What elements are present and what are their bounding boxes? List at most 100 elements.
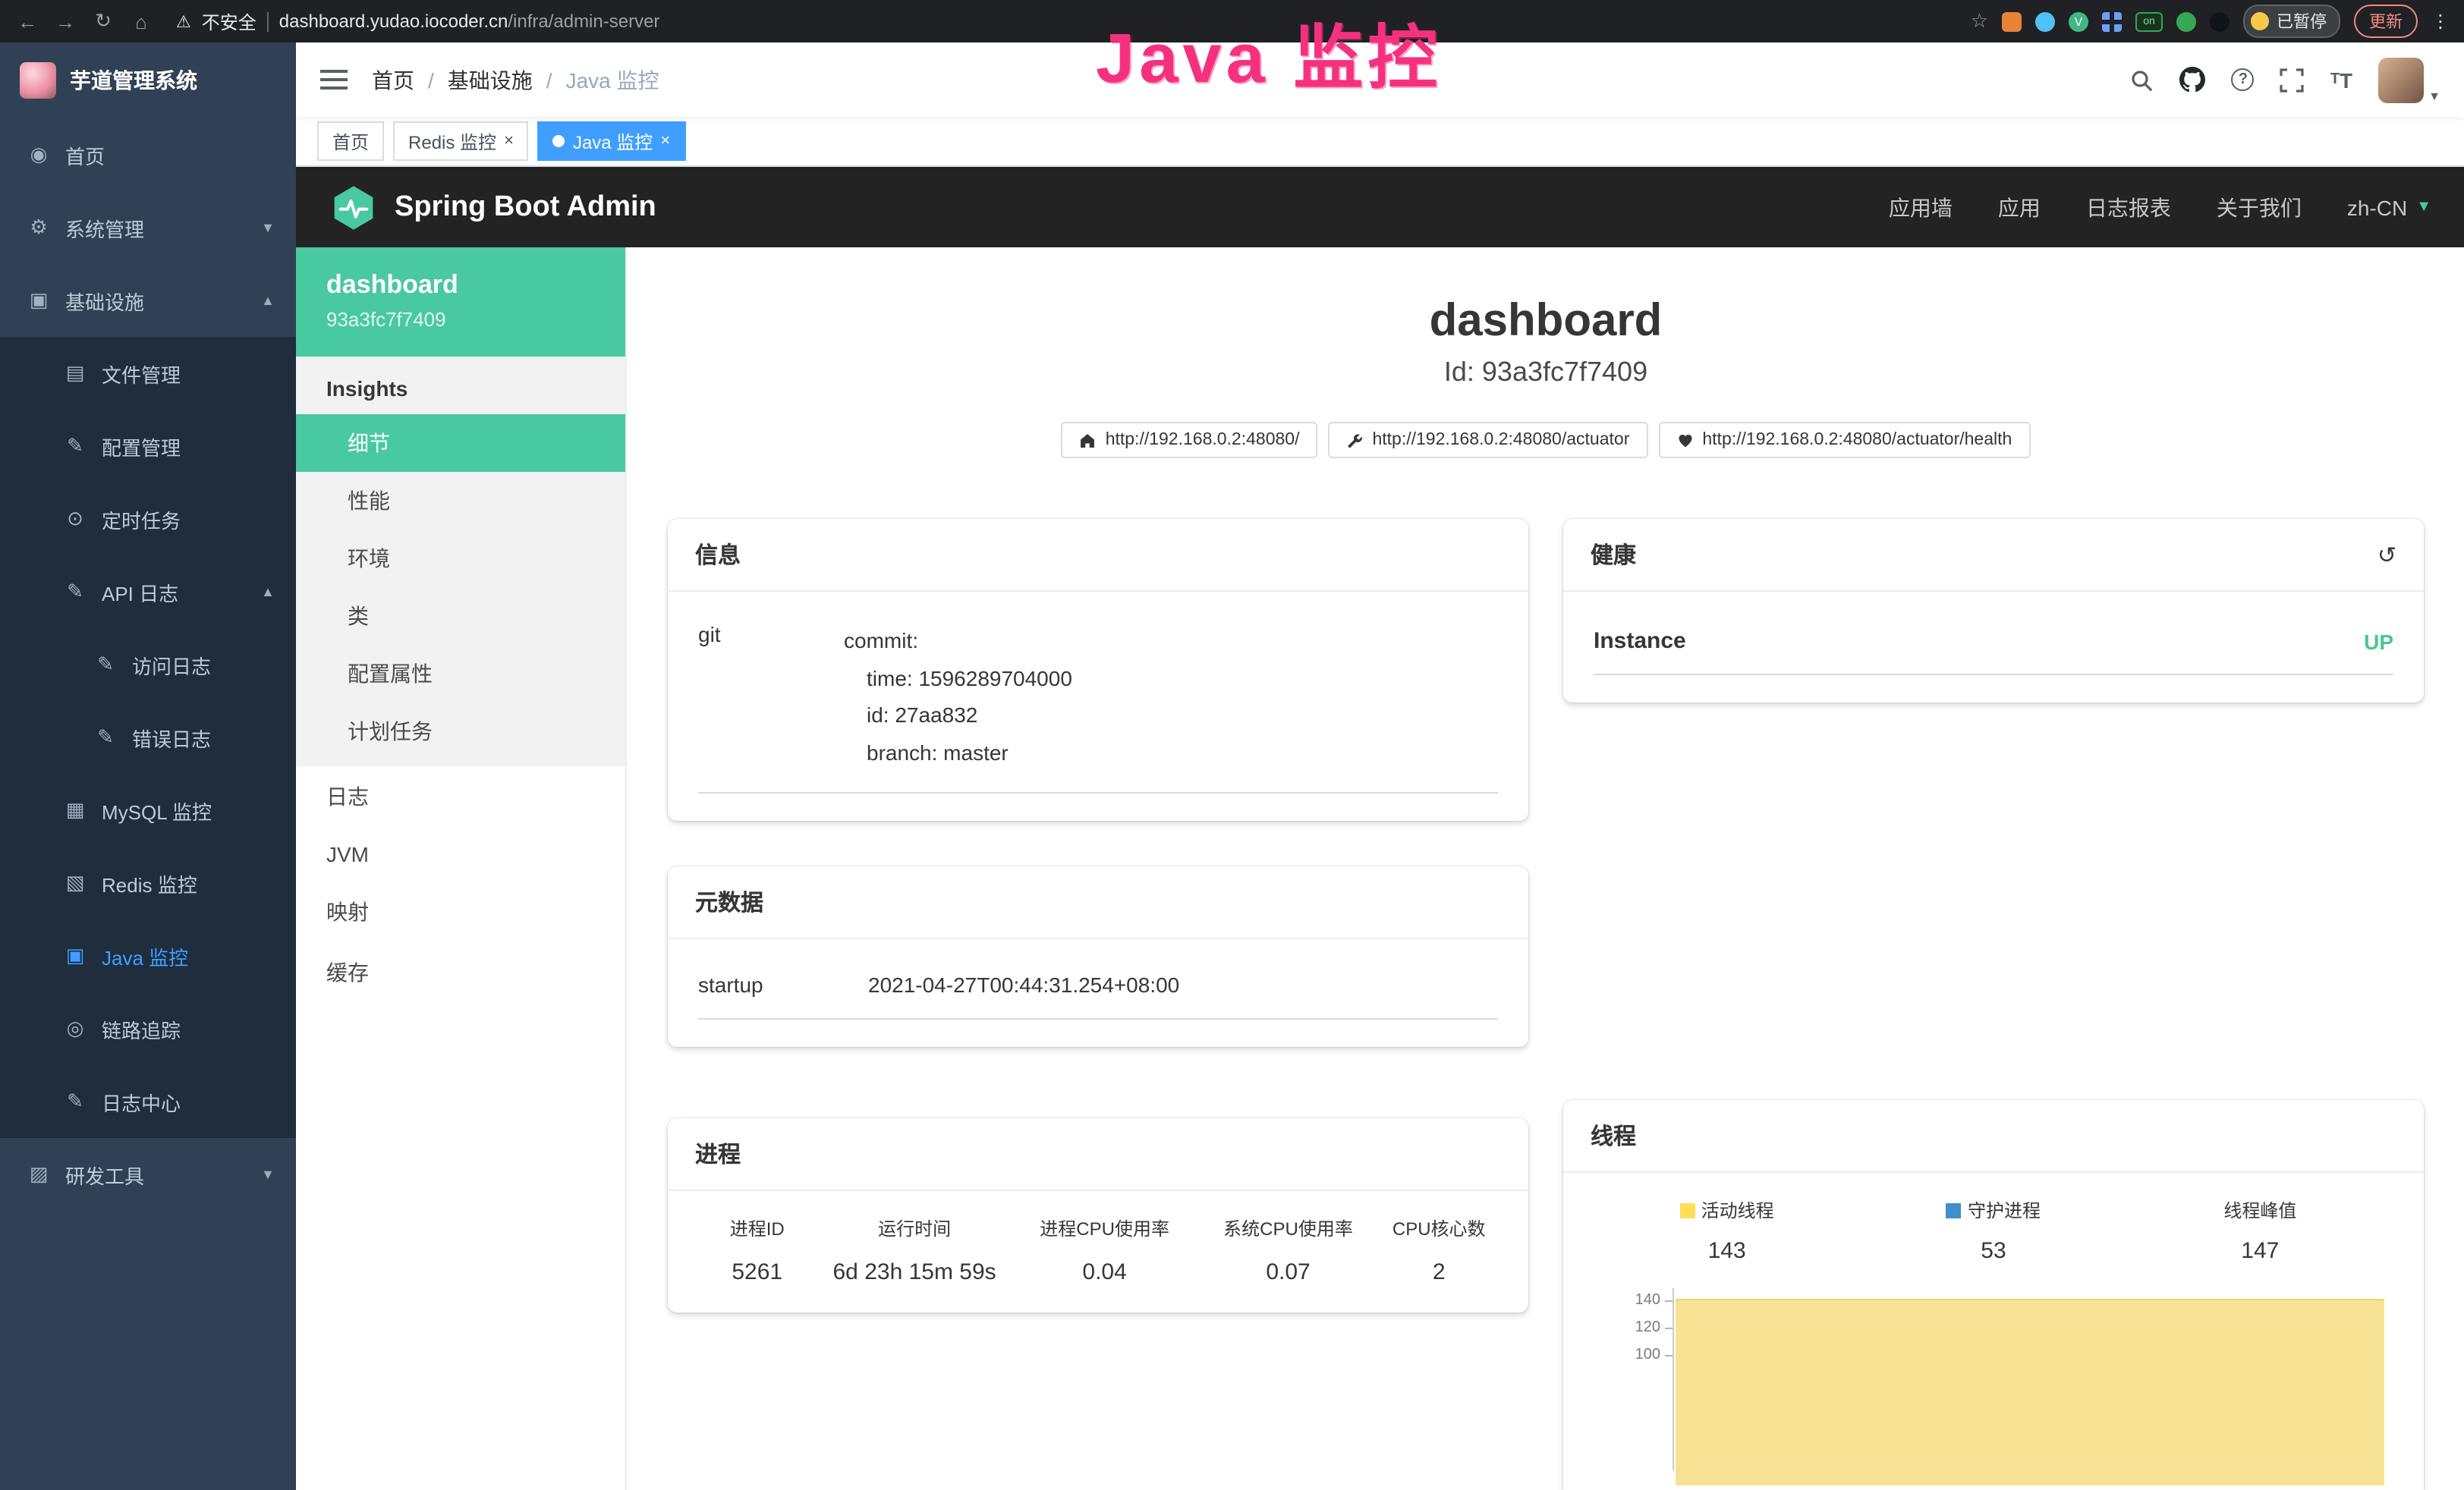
- help-icon[interactable]: ?: [2232, 68, 2255, 91]
- sba-nav-wall[interactable]: 应用墙: [1889, 192, 1953, 222]
- sba-item-jvm[interactable]: JVM: [296, 827, 625, 882]
- sba-nav-journal[interactable]: 日志报表: [2086, 192, 2171, 222]
- tab-redis-monitor[interactable]: Redis 监控 ×: [393, 121, 529, 161]
- chevron-down-icon: ▼: [261, 1167, 275, 1182]
- sidebar-item-mysql-monitor[interactable]: ▦ MySQL 监控: [0, 774, 296, 847]
- sba-brand[interactable]: Spring Boot Admin: [329, 183, 656, 231]
- sba-item-classes[interactable]: 类: [296, 587, 625, 645]
- github-icon[interactable]: [2180, 67, 2206, 93]
- sidebar-item-java-monitor[interactable]: ▣ Java 监控: [0, 919, 296, 992]
- font-size-icon[interactable]: TT: [2330, 68, 2352, 92]
- sidebar-item-infrastructure[interactable]: ▣ 基础设施 ▲: [0, 264, 296, 337]
- sba-instance-block[interactable]: dashboard 93a3fc7f7409: [296, 247, 625, 357]
- breadcrumb-section[interactable]: 基础设施: [448, 64, 533, 95]
- access-log-icon: ✎: [94, 652, 117, 677]
- sba-item-mappings[interactable]: 映射: [296, 882, 625, 942]
- threads-card: 线程 活动线程 守护进程 线程峰值 143 53 14: [1563, 1100, 2424, 1490]
- reload-icon[interactable]: ↻: [91, 9, 115, 33]
- extension-icon-leaf[interactable]: [2176, 11, 2196, 31]
- sba-locale-select[interactable]: zh-CN ▼: [2347, 195, 2431, 219]
- process-table: 进程ID 运行时间 进程CPU使用率 系统CPU使用率 CPU核心数 5261 …: [698, 1212, 1498, 1285]
- extension-icon-droplet[interactable]: [2035, 11, 2055, 31]
- brand-title: 芋道管理系统: [70, 65, 197, 96]
- instance-name: dashboard: [326, 270, 595, 300]
- user-menu[interactable]: ▼: [2378, 57, 2440, 102]
- switch-on-extension-icon[interactable]: on: [2135, 11, 2163, 31]
- address-bar[interactable]: ⚠ 不安全 dashboard.yudao.iocoder.cn/infra/a…: [176, 8, 1957, 34]
- threads-legend: 活动线程 守护进程 线程峰值 143 53 147: [1594, 1194, 2393, 1264]
- vue-devtools-icon[interactable]: V: [2069, 11, 2088, 31]
- avatar: [2378, 57, 2424, 102]
- sba-item-tasks[interactable]: 计划任务: [296, 703, 625, 760]
- extension-icon-grid[interactable]: [2102, 11, 2122, 31]
- breadcrumb-home[interactable]: 首页: [372, 64, 414, 95]
- java-monitor-icon: ▣: [64, 944, 87, 968]
- sidebar-item-log-center[interactable]: ✎ 日志中心: [0, 1065, 296, 1138]
- daemon-threads-swatch: [1946, 1202, 1962, 1218]
- sba-item-environment[interactable]: 环境: [296, 530, 625, 587]
- sidebar-item-tracing[interactable]: ◎ 链路追踪: [0, 992, 296, 1065]
- back-icon[interactable]: ←: [15, 10, 39, 33]
- sidebar-item-error-log[interactable]: ✎ 错误日志: [0, 701, 296, 774]
- tab-java-monitor[interactable]: Java 监控 ×: [538, 121, 685, 161]
- sba-item-properties[interactable]: 配置属性: [296, 645, 625, 703]
- sidebar-item-system-manage[interactable]: ⚙ 系统管理 ▼: [0, 191, 296, 264]
- sidebar-item-home[interactable]: ◉ 首页: [0, 118, 296, 191]
- active-threads-swatch: [1680, 1202, 1695, 1218]
- warning-icon: ⚠: [176, 11, 191, 31]
- health-url-link[interactable]: http://192.168.0.2:48080/actuator/health: [1658, 422, 2030, 458]
- browser-menu-icon[interactable]: ⋮: [2431, 11, 2450, 32]
- sba-item-cache[interactable]: 缓存: [296, 942, 625, 1003]
- sidebar-item-scheduled-task[interactable]: ⊙ 定时任务: [0, 483, 296, 555]
- actuator-url-link[interactable]: http://192.168.0.2:48080/actuator: [1328, 422, 1647, 458]
- caret-down-icon: ▼: [2428, 89, 2440, 102]
- browser-update-button[interactable]: 更新: [2354, 5, 2418, 38]
- dashboard-icon: ◉: [27, 143, 50, 167]
- sidebar-item-config-manage[interactable]: ✎ 配置管理: [0, 410, 296, 483]
- sba-nav-about[interactable]: 关于我们: [2217, 192, 2302, 222]
- infrastructure-icon: ▣: [27, 288, 50, 313]
- sba-item-details[interactable]: 细节: [296, 414, 625, 472]
- tags-view-bar: 首页 Redis 监控 × Java 监控 ×: [296, 117, 2464, 167]
- eye-icon: ◎: [64, 1017, 87, 1041]
- browser-chrome: ← → ↻ ⌂ ⚠ 不安全 dashboard.yudao.iocoder.cn…: [0, 0, 2464, 42]
- sidebar-item-api-log[interactable]: ✎ API 日志 ▲: [0, 555, 296, 628]
- error-log-icon: ✎: [94, 725, 117, 750]
- search-icon[interactable]: [2130, 68, 2154, 92]
- extension-icon-orange[interactable]: [2002, 11, 2022, 31]
- sidebar-item-file-manage[interactable]: ▤ 文件管理: [0, 337, 296, 410]
- sba-nav-applications[interactable]: 应用: [1998, 192, 2041, 222]
- sba-sidebar: dashboard 93a3fc7f7409 Insights 细节 性能 环境…: [296, 247, 627, 1490]
- extension-icon-dark[interactable]: [2210, 11, 2230, 31]
- sba-nav: 应用墙 应用 日志报表 关于我们 zh-CN ▼: [1889, 192, 2431, 222]
- sba-item-performance[interactable]: 性能: [296, 472, 625, 530]
- brand-logo: [20, 62, 56, 99]
- fullscreen-icon[interactable]: [2280, 68, 2305, 92]
- sba-item-logs[interactable]: 日志: [296, 766, 625, 827]
- tab-close-icon[interactable]: ×: [660, 132, 670, 150]
- tab-close-icon[interactable]: ×: [504, 132, 514, 150]
- chevron-down-icon: ▼: [2416, 199, 2431, 215]
- metadata-card: 元数据 startup 2021-04-27T00:44:31.254+08:0…: [668, 866, 1528, 1047]
- address-divider: [267, 11, 269, 31]
- screen: ← → ↻ ⌂ ⚠ 不安全 dashboard.yudao.iocoder.cn…: [0, 0, 2464, 1490]
- bookmark-star-icon[interactable]: ☆: [1971, 9, 1988, 33]
- breadcrumb: 首页 / 基础设施 / Java 监控: [372, 64, 659, 95]
- home-icon[interactable]: ⌂: [129, 10, 153, 33]
- sidebar-item-access-log[interactable]: ✎ 访问日志: [0, 628, 296, 701]
- service-url-link[interactable]: http://192.168.0.2:48080/: [1062, 422, 1318, 458]
- sidebar-item-redis-monitor[interactable]: ▧ Redis 监控: [0, 847, 296, 919]
- sidebar-item-dev-tools[interactable]: ▨ 研发工具 ▼: [0, 1138, 296, 1211]
- health-instance-row[interactable]: Instance UP: [1594, 613, 2393, 675]
- tab-home[interactable]: 首页: [317, 121, 384, 161]
- history-icon[interactable]: ↺: [2377, 541, 2396, 568]
- sidebar-toggle-icon[interactable]: [320, 70, 348, 90]
- paused-badge[interactable]: 已暂停: [2243, 5, 2340, 38]
- heart-icon: [1676, 432, 1693, 448]
- forward-icon[interactable]: →: [53, 10, 77, 33]
- admin-menu: ◉ 首页 ⚙ 系统管理 ▼ ▣ 基础设施 ▲ ▤ 文件管理: [0, 118, 296, 1211]
- admin-sidebar: 芋道管理系统 ◉ 首页 ⚙ 系统管理 ▼ ▣ 基础设施 ▲: [0, 42, 296, 1490]
- health-card: 健康 ↺ Instance UP: [1563, 519, 2424, 703]
- insights-group: Insights 细节 性能 环境 类 配置属性 计划任务: [296, 357, 625, 766]
- tools-icon: ▨: [27, 1162, 50, 1187]
